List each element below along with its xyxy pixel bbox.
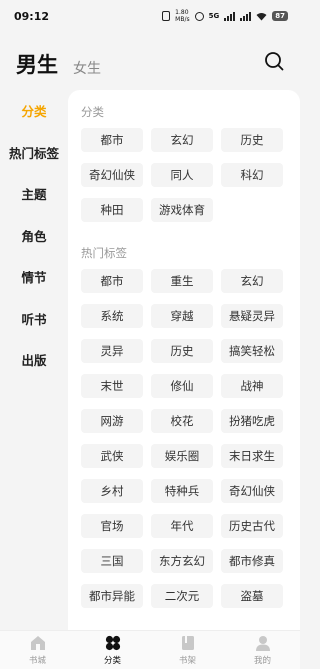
tag-item[interactable]: 种田 xyxy=(81,198,143,222)
tag-item[interactable]: 扮猪吃虎 xyxy=(221,409,283,433)
bookshelf-icon xyxy=(181,636,194,650)
tag-item[interactable]: 玄幻 xyxy=(221,269,283,293)
tab-female[interactable]: 女生 xyxy=(73,58,101,78)
nav-label-profile: 我的 xyxy=(253,656,271,666)
tag-item[interactable]: 穿越 xyxy=(151,304,213,328)
home-icon xyxy=(30,636,45,650)
sidebar-item-category[interactable]: 分类 xyxy=(0,90,68,132)
tag-item[interactable]: 三国 xyxy=(81,549,143,573)
tag-item[interactable]: 武侠 xyxy=(81,444,143,468)
status-time: 09:12 xyxy=(14,9,50,23)
tag-item[interactable]: 娱乐圈 xyxy=(151,444,213,468)
section-title-hot-tags: 热门标签 xyxy=(81,246,127,260)
sidebar-item-publish[interactable]: 出版 xyxy=(0,339,68,381)
signal-icon xyxy=(224,11,236,21)
dnd-icon xyxy=(194,11,204,21)
tag-item[interactable]: 都市异能 xyxy=(81,584,143,608)
tag-item[interactable]: 历史 xyxy=(151,339,213,363)
battery-icon: 87 xyxy=(272,11,288,21)
tag-item[interactable]: 都市 xyxy=(81,128,143,152)
tag-item[interactable]: 灵异 xyxy=(81,339,143,363)
tag-item[interactable]: 奇幻仙侠 xyxy=(81,163,143,187)
tag-item[interactable]: 搞笑轻松 xyxy=(221,339,283,363)
tag-item[interactable]: 都市修真 xyxy=(221,549,283,573)
tag-item[interactable]: 悬疑灵异 xyxy=(221,304,283,328)
nav-item-category[interactable]: 分类 xyxy=(83,634,143,666)
category-tag-grid: 都市 玄幻 历史 奇幻仙侠 同人 科幻 种田 游戏体育 xyxy=(81,128,300,222)
tag-item[interactable]: 网游 xyxy=(81,409,143,433)
tag-item[interactable]: 乡村 xyxy=(81,479,143,503)
tag-item[interactable]: 官场 xyxy=(81,514,143,538)
nav-label-bookshelf: 书架 xyxy=(178,656,196,666)
tag-item[interactable]: 游戏体育 xyxy=(151,198,213,222)
sidebar-item-theme[interactable]: 主题 xyxy=(0,173,68,215)
tag-item[interactable]: 校花 xyxy=(151,409,213,433)
header: 男生 女生 xyxy=(0,36,300,90)
nav-label-category: 分类 xyxy=(103,656,121,666)
vibrate-icon xyxy=(162,11,171,21)
tag-item[interactable]: 年代 xyxy=(151,514,213,538)
tag-item[interactable]: 奇幻仙侠 xyxy=(221,479,283,503)
search-icon xyxy=(265,52,284,71)
sidebar-item-audiobook[interactable]: 听书 xyxy=(0,298,68,340)
sidebar-item-hot-tags[interactable]: 热门标签 xyxy=(0,132,68,174)
content-panel: 分类 都市 玄幻 历史 奇幻仙侠 同人 科幻 种田 游戏体育 热门标签 都市 重… xyxy=(68,90,300,630)
signal-icon-2 xyxy=(240,11,252,21)
clover-icon xyxy=(105,635,120,651)
tag-item[interactable]: 末世 xyxy=(81,374,143,398)
tag-item[interactable]: 科幻 xyxy=(221,163,283,187)
hot-tag-grid: 都市 重生 玄幻 系统 穿越 悬疑灵异 灵异 历史 搞笑轻松 末世 修仙 战神 … xyxy=(81,269,300,608)
tag-item[interactable]: 二次元 xyxy=(151,584,213,608)
wifi-icon xyxy=(256,12,267,20)
nav-item-bookshelf[interactable]: 书架 xyxy=(158,634,218,666)
tag-item[interactable]: 玄幻 xyxy=(151,128,213,152)
signal-label: 5G xyxy=(208,12,220,20)
tag-item[interactable]: 历史古代 xyxy=(221,514,283,538)
sidebar-item-role[interactable]: 角色 xyxy=(0,215,68,257)
sidebar-item-plot[interactable]: 情节 xyxy=(0,256,68,298)
tag-item[interactable]: 末日求生 xyxy=(221,444,283,468)
nav-item-profile[interactable]: 我的 xyxy=(233,634,293,666)
network-speed: 1.80 MB/s xyxy=(175,9,190,23)
nav-label-bookstore: 书城 xyxy=(28,656,46,666)
category-sidebar: 分类 热门标签 主题 角色 情节 听书 出版 xyxy=(0,90,68,381)
tag-item[interactable]: 系统 xyxy=(81,304,143,328)
tab-male[interactable]: 男生 xyxy=(16,49,58,79)
status-bar: 09:12 1.80 MB/s 5G 87 xyxy=(0,0,300,32)
tag-item[interactable]: 重生 xyxy=(151,269,213,293)
tag-item[interactable]: 同人 xyxy=(151,163,213,187)
bottom-nav: 书城 分类 书架 我的 xyxy=(0,630,300,669)
tag-item[interactable]: 修仙 xyxy=(151,374,213,398)
search-button[interactable] xyxy=(263,50,285,72)
tag-item[interactable]: 历史 xyxy=(221,128,283,152)
profile-icon xyxy=(255,636,270,651)
tag-item[interactable]: 特种兵 xyxy=(151,479,213,503)
status-icons: 1.80 MB/s 5G 87 xyxy=(162,9,288,23)
tag-item[interactable]: 都市 xyxy=(81,269,143,293)
tag-item[interactable]: 盗墓 xyxy=(221,584,283,608)
section-title-category: 分类 xyxy=(81,105,104,119)
tag-item[interactable]: 东方玄幻 xyxy=(151,549,213,573)
nav-item-bookstore[interactable]: 书城 xyxy=(8,634,68,666)
tag-item[interactable]: 战神 xyxy=(221,374,283,398)
